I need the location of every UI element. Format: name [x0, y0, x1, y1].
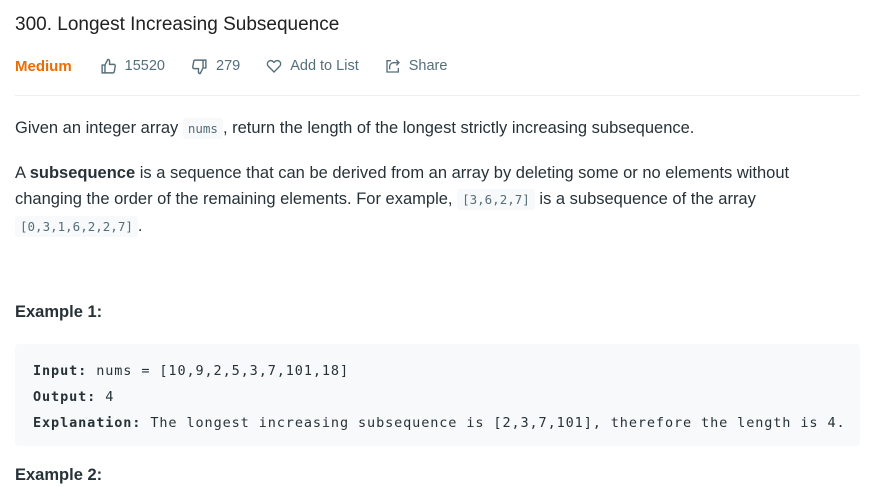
share-icon	[386, 59, 400, 73]
output-label: Output:	[33, 389, 97, 405]
add-to-list-label: Add to List	[290, 58, 359, 74]
output-value: 4	[96, 389, 115, 405]
explanation-value: The longest increasing subsequence is [2…	[141, 415, 846, 431]
text: .	[137, 217, 143, 235]
like-button[interactable]: 15520	[100, 58, 165, 75]
example-2-heading: Example 2:	[15, 466, 103, 484]
problem-title: 300. Longest Increasing Subsequence	[15, 14, 340, 35]
divider	[15, 95, 860, 96]
dislike-count: 279	[216, 58, 241, 74]
like-count: 15520	[124, 58, 165, 74]
add-to-list-button[interactable]: Add to List	[266, 58, 359, 74]
text: A	[15, 164, 30, 182]
inline-code: [0,3,1,6,2,2,7]	[15, 216, 138, 237]
share-label: Share	[408, 58, 448, 74]
inline-code: [3,6,2,7]	[457, 189, 535, 210]
difficulty-badge: Medium	[15, 57, 72, 75]
text: is a subsequence of the array	[534, 190, 756, 208]
inline-code: nums	[182, 118, 223, 139]
dislike-button[interactable]: 279	[191, 58, 240, 75]
description-paragraph: Given an integer array nums, return the …	[15, 115, 860, 142]
example-1-heading: Example 1:	[15, 303, 103, 321]
text: , return the length of the longest stric…	[222, 119, 695, 137]
explanation-label: Explanation:	[33, 415, 142, 431]
text: Given an integer array	[15, 119, 183, 137]
heart-icon	[266, 59, 282, 73]
example-1-block: Input: nums = [10,9,2,5,3,7,101,18] Outp…	[15, 344, 860, 446]
description-paragraph: A subsequence is a sequence that can be …	[15, 160, 860, 240]
bold-term: subsequence	[29, 164, 136, 182]
problem-meta-bar: Medium 15520 279 Add to List Share	[15, 55, 473, 77]
thumbs-down-icon	[192, 58, 207, 74]
input-value: nums = [10,9,2,5,3,7,101,18]	[87, 363, 349, 379]
input-label: Input:	[33, 363, 88, 379]
thumbs-up-icon	[101, 58, 116, 74]
problem-description: Given an integer array nums, return the …	[15, 115, 860, 258]
share-button[interactable]: Share	[385, 58, 448, 74]
